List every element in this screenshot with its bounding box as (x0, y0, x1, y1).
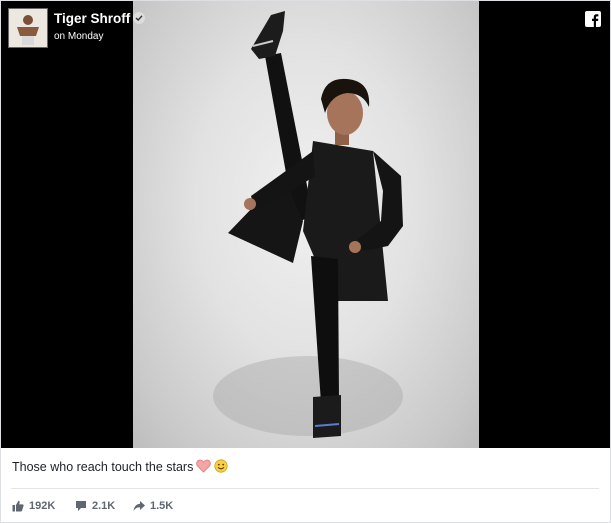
smile-icon (214, 459, 228, 476)
divider (11, 488, 599, 489)
verified-badge-icon (133, 12, 146, 24)
photo-figure-illustration (213, 11, 403, 438)
post-media[interactable]: Tiger Shroff on Monday (1, 1, 610, 448)
facebook-icon[interactable] (585, 11, 601, 27)
comment-count-text: 2.1K (92, 500, 116, 512)
post-timestamp[interactable]: on Monday (54, 31, 103, 42)
like-count-text: 192K (29, 500, 56, 512)
post-card: Tiger Shroff on Monday Those who reach t… (0, 0, 611, 523)
share-arrow-icon (133, 501, 145, 511)
avatar-image (9, 9, 47, 47)
thumbs-up-icon (12, 500, 24, 512)
post-photo[interactable] (133, 1, 479, 448)
share-count-text: 1.5K (150, 500, 174, 512)
comment-icon (76, 501, 86, 511)
share-count[interactable]: 1.5K (133, 500, 173, 512)
author-name-text: Tiger Shroff (54, 11, 131, 26)
like-count[interactable]: 192K (12, 500, 55, 512)
heart-icon (196, 459, 212, 476)
caption-text: Those who reach touch the stars (12, 460, 194, 474)
author-name[interactable]: Tiger Shroff (54, 11, 146, 26)
post-caption: Those who reach touch the stars (12, 459, 228, 476)
avatar[interactable] (8, 8, 48, 48)
comment-count[interactable]: 2.1K (75, 500, 115, 512)
